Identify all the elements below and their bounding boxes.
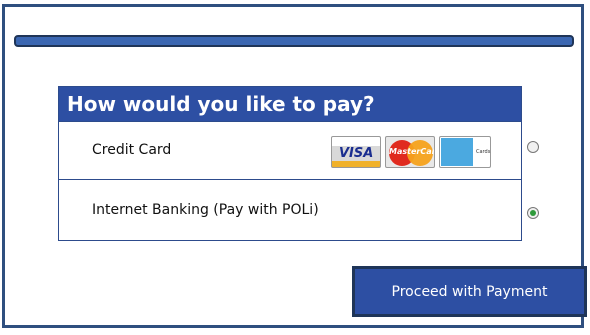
mastercard-logo: MasterCard bbox=[385, 136, 435, 168]
amex-logo: Cards bbox=[439, 136, 491, 168]
proceed-with-payment-button[interactable]: Proceed with Payment bbox=[352, 266, 587, 317]
option-label: Internet Banking (Pay with POLi) bbox=[92, 202, 319, 218]
radio-internet-banking[interactable] bbox=[527, 207, 539, 219]
panel-heading: How would you like to pay? bbox=[59, 87, 521, 121]
option-internet-banking[interactable]: Internet Banking (Pay with POLi) bbox=[59, 179, 539, 240]
option-credit-card[interactable]: Credit Card VISA MasterCard Cards bbox=[59, 121, 539, 179]
visa-logo: VISA bbox=[331, 136, 381, 168]
payment-method-panel: How would you like to pay? Credit Card V… bbox=[58, 86, 539, 241]
radio-credit-card[interactable] bbox=[527, 141, 539, 153]
option-label: Credit Card bbox=[92, 142, 172, 158]
progress-bar bbox=[14, 35, 574, 47]
